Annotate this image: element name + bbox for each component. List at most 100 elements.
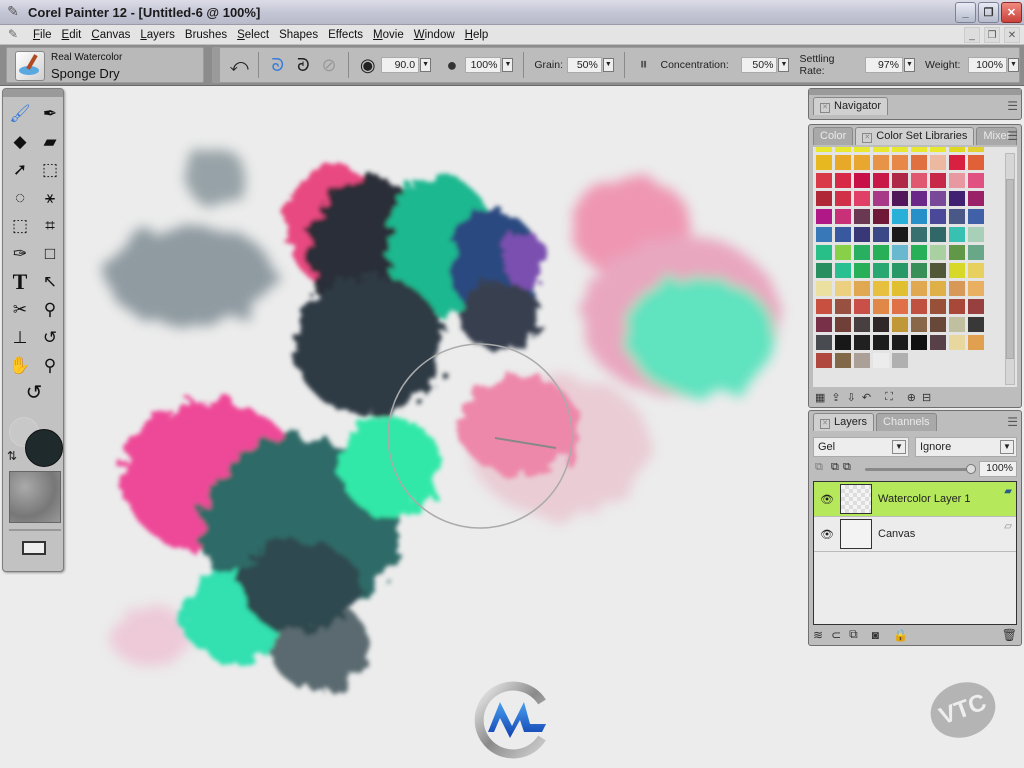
color-swatch[interactable] bbox=[835, 191, 851, 206]
color-swatch[interactable] bbox=[949, 173, 965, 188]
concentration-dropdown[interactable]: ▼ bbox=[778, 58, 790, 72]
color-swatch[interactable] bbox=[949, 227, 965, 242]
color-swatch[interactable] bbox=[835, 353, 851, 368]
menu-edit[interactable]: Edit bbox=[57, 29, 87, 41]
tab-navigator[interactable]: ✕ Navigator bbox=[813, 97, 889, 115]
straight-line-stroke-icon[interactable]: ᘑ bbox=[293, 53, 315, 77]
layers-menu-icon[interactable]: ☰ bbox=[1007, 415, 1018, 429]
color-swatch[interactable] bbox=[873, 191, 889, 206]
color-swatch[interactable] bbox=[911, 191, 927, 206]
color-swatch[interactable] bbox=[968, 263, 984, 278]
doc-minimize-button[interactable]: _ bbox=[964, 27, 980, 43]
lock-layer-icon[interactable]: 🔒 bbox=[893, 628, 908, 642]
color-swatch[interactable] bbox=[911, 245, 927, 260]
grain-dropdown[interactable]: ▼ bbox=[602, 58, 614, 72]
export-colors-icon[interactable]: ⇩ bbox=[847, 391, 856, 404]
rectangular-selection-icon[interactable]: ⬚ bbox=[36, 157, 64, 183]
wet-toggle-icon[interactable]: ⏸ bbox=[633, 53, 655, 77]
layer-row-canvas[interactable]: 👁 Canvas ▱ bbox=[814, 517, 1016, 552]
color-swatch[interactable] bbox=[949, 147, 965, 152]
menu-window[interactable]: Window bbox=[409, 29, 460, 41]
menu-help[interactable]: Help bbox=[460, 29, 494, 41]
color-swatch[interactable] bbox=[949, 335, 965, 350]
color-swatch[interactable] bbox=[911, 147, 927, 152]
color-swatch[interactable] bbox=[816, 173, 832, 188]
color-swatch[interactable] bbox=[911, 227, 927, 242]
color-swatch[interactable] bbox=[930, 281, 946, 296]
rotate-page-icon[interactable]: ↺ bbox=[20, 379, 48, 405]
reset-tool-icon[interactable]: ⤺ bbox=[228, 53, 250, 77]
color-swatch[interactable] bbox=[873, 155, 889, 170]
toolbox-grip[interactable] bbox=[3, 89, 63, 97]
dynamic-plugins-icon[interactable]: ⊂ bbox=[831, 628, 841, 642]
menu-movie[interactable]: Movie bbox=[368, 29, 409, 41]
color-swatch[interactable] bbox=[930, 245, 946, 260]
visibility-eye-icon[interactable]: 👁 bbox=[814, 493, 840, 506]
color-swatch[interactable] bbox=[816, 147, 832, 152]
menu-layers[interactable]: Layers bbox=[135, 29, 180, 41]
color-swatch[interactable] bbox=[968, 335, 984, 350]
dropper-tool-icon[interactable]: ✒ bbox=[36, 101, 64, 127]
lock-transparency-icon[interactable]: ⧉ bbox=[843, 461, 851, 474]
restore-button[interactable]: ❐ bbox=[978, 2, 999, 23]
pen-tool-icon[interactable]: ✑ bbox=[6, 241, 34, 267]
add-color-icon[interactable]: ⊕ bbox=[907, 391, 916, 404]
composite-depth-select[interactable]: Ignore ▼ bbox=[915, 437, 1017, 457]
color-swatch[interactable] bbox=[873, 317, 889, 332]
color-swatch[interactable] bbox=[968, 245, 984, 260]
color-swatch[interactable] bbox=[892, 245, 908, 260]
lasso-icon[interactable]: ◌ bbox=[6, 185, 34, 211]
color-swatch[interactable] bbox=[892, 281, 908, 296]
layer-commands-icon[interactable]: ≋ bbox=[813, 628, 823, 642]
opacity-dropdown[interactable]: ▼ bbox=[502, 58, 514, 72]
color-swatch[interactable] bbox=[835, 299, 851, 314]
color-swatch[interactable] bbox=[892, 299, 908, 314]
color-swatch[interactable] bbox=[854, 227, 870, 242]
color-swatch[interactable] bbox=[854, 335, 870, 350]
opacity-slider-handle[interactable] bbox=[966, 464, 976, 474]
brush-tool-icon[interactable]: 🖌 bbox=[6, 101, 34, 127]
composite-method-select[interactable]: Gel ▼ bbox=[813, 437, 909, 457]
color-swatch[interactable] bbox=[930, 209, 946, 224]
menu-file[interactable]: File bbox=[28, 29, 57, 41]
color-swatch[interactable] bbox=[854, 263, 870, 278]
color-swatch[interactable] bbox=[816, 299, 832, 314]
new-from-image-icon[interactable]: ↶ bbox=[862, 391, 871, 404]
magnifier-icon[interactable]: ⚲ bbox=[36, 353, 64, 379]
paint-bucket-icon[interactable]: ◆ bbox=[6, 129, 34, 155]
color-swatch[interactable] bbox=[816, 227, 832, 242]
color-swatch[interactable] bbox=[873, 227, 889, 242]
color-swatch[interactable] bbox=[892, 155, 908, 170]
color-swatch[interactable] bbox=[911, 173, 927, 188]
color-swatch[interactable] bbox=[949, 209, 965, 224]
cloner-tool-icon[interactable]: ✂ bbox=[6, 297, 34, 323]
eraser-tool-icon[interactable]: ▰ bbox=[36, 129, 64, 155]
color-swatch[interactable] bbox=[816, 245, 832, 260]
color-swatch[interactable] bbox=[949, 299, 965, 314]
color-panel-menu-icon[interactable]: ☰ bbox=[1007, 129, 1018, 143]
color-swatch[interactable] bbox=[835, 209, 851, 224]
menu-select[interactable]: Select bbox=[232, 29, 274, 41]
color-swatch[interactable] bbox=[816, 263, 832, 278]
color-swatch[interactable] bbox=[930, 263, 946, 278]
freehand-stroke-icon[interactable]: ᘐ bbox=[267, 53, 289, 77]
import-colors-icon[interactable]: ⇪ bbox=[831, 391, 840, 404]
preserve-transparency-icon[interactable]: ⧉ bbox=[815, 461, 823, 474]
settling-rate-dropdown[interactable]: ▼ bbox=[903, 58, 916, 72]
close-button[interactable]: ✕ bbox=[1001, 2, 1022, 23]
color-swatch[interactable] bbox=[949, 245, 965, 260]
color-swatch[interactable] bbox=[835, 245, 851, 260]
color-swatch[interactable] bbox=[892, 209, 908, 224]
color-swatch[interactable] bbox=[911, 209, 927, 224]
angle-dropdown[interactable]: ▼ bbox=[420, 58, 432, 72]
swap-colors-icon[interactable]: ⇅ bbox=[7, 449, 17, 463]
color-swatch[interactable] bbox=[911, 317, 927, 332]
visibility-eye-icon[interactable]: 👁 bbox=[814, 528, 840, 541]
color-swatch[interactable] bbox=[949, 263, 965, 278]
color-swatch[interactable] bbox=[873, 245, 889, 260]
color-swatch[interactable] bbox=[911, 155, 927, 170]
color-swatch[interactable] bbox=[816, 335, 832, 350]
color-swatch[interactable] bbox=[854, 317, 870, 332]
color-swatch[interactable] bbox=[816, 317, 832, 332]
weight-field[interactable]: 100% bbox=[968, 57, 1007, 73]
